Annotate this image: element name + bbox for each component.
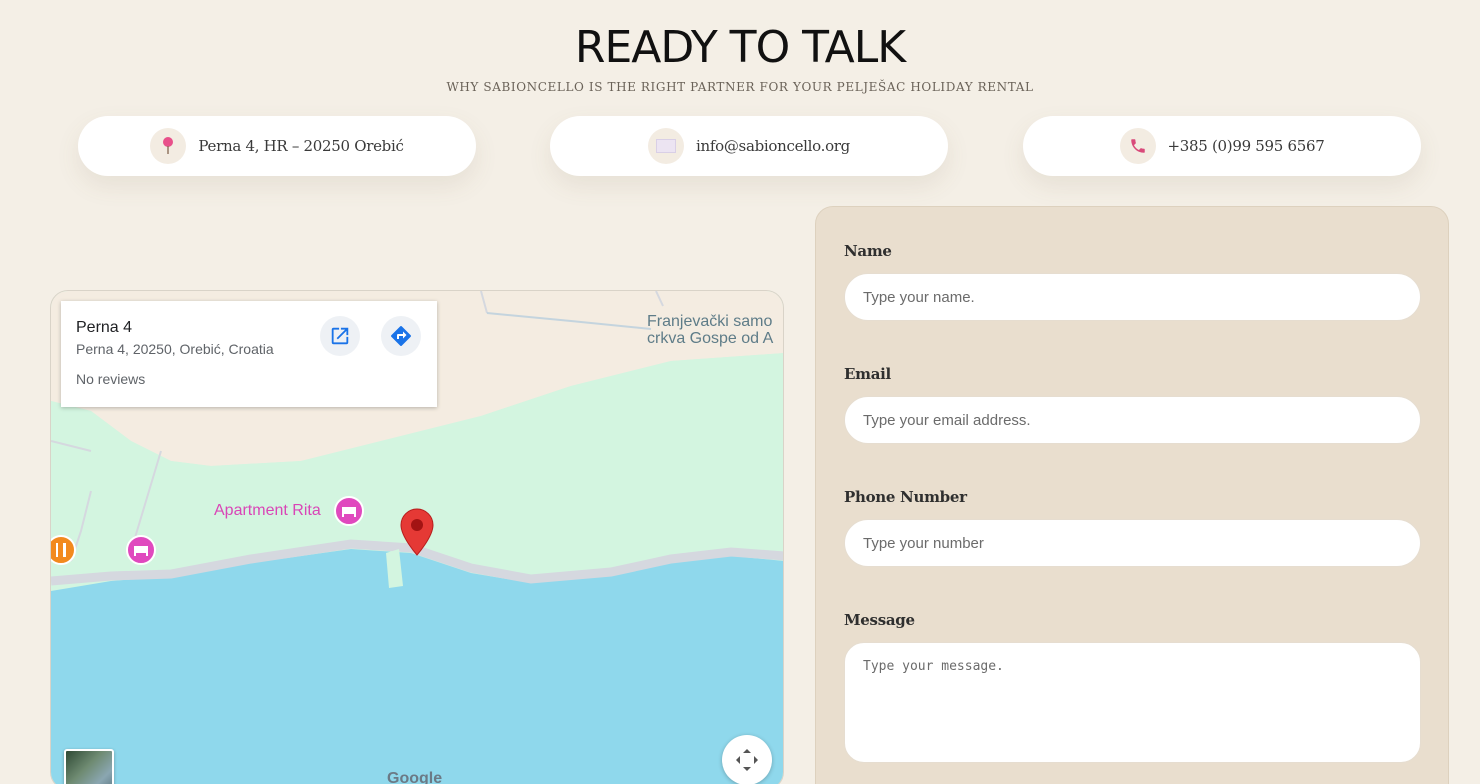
google-logo: Google [387, 770, 443, 784]
poi-label-apartment[interactable]: Apartment Rita [214, 502, 321, 520]
contact-form: Name Email Phone Number Message [815, 206, 1449, 784]
place-name: Perna 4 [76, 319, 133, 336]
move-arrows-icon [736, 749, 758, 771]
phone-label: Phone Number [844, 488, 967, 506]
email-input[interactable] [844, 396, 1421, 444]
place-info-card: Perna 4 Perna 4, 20250, Orebić, Croatia … [61, 301, 437, 407]
directions-button[interactable] [381, 316, 421, 356]
location-pin-icon [150, 128, 187, 164]
restaurant-poi-icon[interactable] [50, 534, 77, 566]
phone-input[interactable] [844, 519, 1421, 567]
email-text: info@sabioncello.org [696, 137, 850, 155]
message-label: Message [844, 611, 915, 629]
phone-text: +385 (0)99 595 6567 [1167, 137, 1325, 155]
poi-label-church[interactable]: Franjevački samo crkva Gospe od A [647, 313, 773, 347]
page-subtitle: WHY SABIONCELLO IS THE RIGHT PARTNER FOR… [446, 80, 1034, 94]
directions-icon [391, 326, 411, 346]
open-in-maps-button[interactable] [320, 316, 360, 356]
envelope-icon [648, 128, 684, 164]
message-textarea[interactable] [844, 642, 1421, 763]
map-camera-control-button[interactable] [722, 735, 772, 784]
place-address: Perna 4, 20250, Orebić, Croatia [76, 341, 274, 357]
name-label: Name [844, 242, 892, 260]
external-link-icon [331, 327, 349, 345]
place-reviews: No reviews [76, 371, 146, 387]
name-input[interactable] [844, 273, 1421, 321]
phone-pill[interactable]: +385 (0)99 595 6567 [1023, 116, 1421, 176]
page-title: READY TO TALK [574, 22, 906, 73]
satellite-toggle-thumbnail[interactable] [64, 749, 114, 784]
location-marker-icon[interactable] [400, 508, 434, 556]
hotel-poi-icon[interactable] [333, 495, 365, 527]
phone-icon [1119, 128, 1156, 164]
address-pill[interactable]: Perna 4, HR – 20250 Orebić [78, 116, 476, 176]
email-pill[interactable]: info@sabioncello.org [550, 116, 948, 176]
email-label: Email [844, 365, 891, 383]
google-map[interactable]: Perna 4 Perna 4, 20250, Orebić, Croatia … [50, 290, 784, 784]
address-text: Perna 4, HR – 20250 Orebić [198, 137, 404, 155]
hotel-poi-icon[interactable] [125, 534, 157, 566]
